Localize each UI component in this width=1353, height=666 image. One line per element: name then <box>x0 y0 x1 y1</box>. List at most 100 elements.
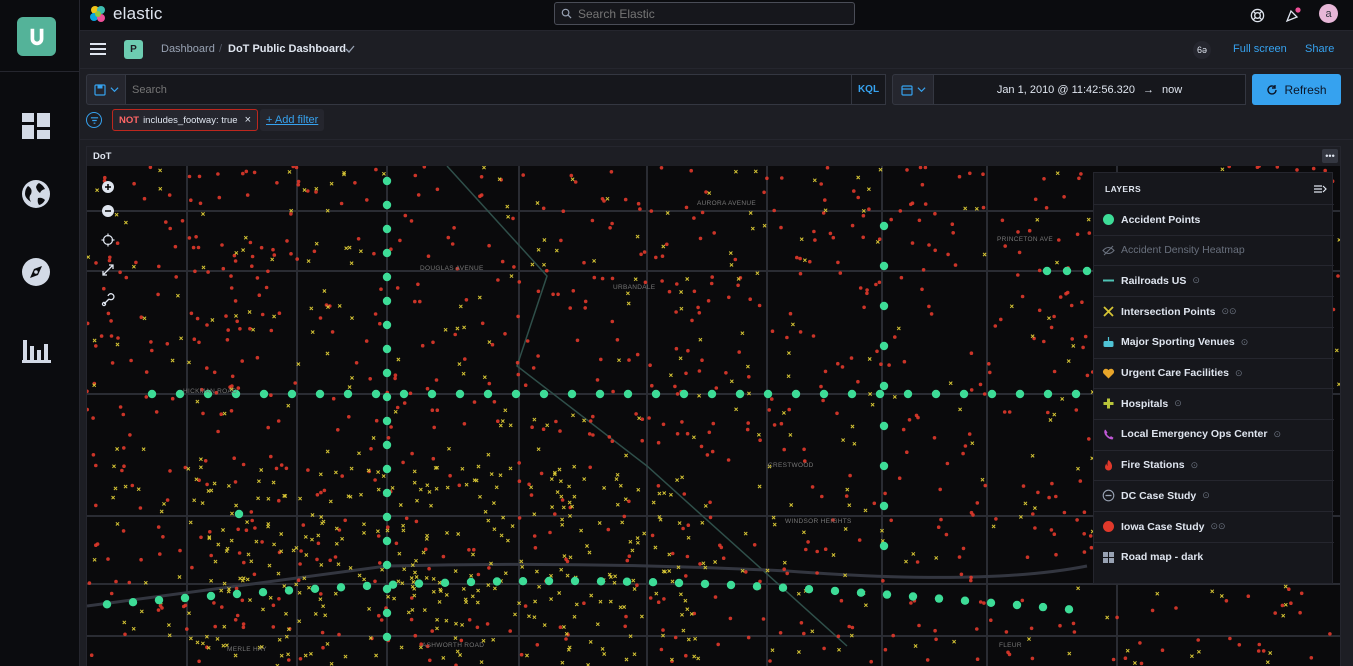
intersection-point <box>380 567 385 572</box>
iowa-case-point <box>848 473 852 478</box>
layer-row[interactable]: Urgent Care Facilities ⊙ <box>1094 357 1334 388</box>
menu-icon[interactable] <box>90 42 106 56</box>
global-search-input[interactable] <box>578 6 838 21</box>
layer-row[interactable]: Accident Density Heatmap <box>1094 234 1334 265</box>
iowa-case-point <box>233 618 238 622</box>
search-icon <box>561 8 572 19</box>
iowa-case-point <box>778 631 783 635</box>
start-date[interactable]: Jan 1, 2010 @ 11:42:56.320 <box>997 84 1135 96</box>
refresh-button[interactable]: Refresh <box>1252 74 1341 105</box>
layer-row[interactable]: Local Emergency Ops Center ⊙ <box>1094 418 1334 449</box>
close-icon[interactable]: × <box>245 114 251 126</box>
intersection-point <box>713 560 718 564</box>
news-feed-icon[interactable] <box>1283 5 1303 25</box>
help-icon[interactable] <box>1247 5 1267 25</box>
layer-row[interactable]: Major Sporting Venues ⊙ <box>1094 326 1334 357</box>
iowa-case-point <box>983 483 988 488</box>
query-search-field[interactable] <box>126 74 852 105</box>
layer-row[interactable]: Intersection Points ⊙⊙ <box>1094 296 1334 326</box>
query-input[interactable] <box>132 83 832 96</box>
intersection-point <box>1283 584 1288 589</box>
add-filter-button[interactable]: + Add filter <box>260 109 325 131</box>
intersection-point <box>529 485 534 490</box>
intersection-point <box>980 477 985 482</box>
globe-icon[interactable] <box>18 176 54 212</box>
iowa-case-point <box>1042 339 1046 344</box>
iowa-case-point <box>252 572 257 577</box>
iowa-case-point <box>969 578 973 583</box>
map-canvas[interactable]: AURORA AVENUE DOUGLAS AVENUE URBANDALE H… <box>87 166 1340 666</box>
iowa-case-point <box>685 554 690 559</box>
accident-point <box>856 588 866 597</box>
compass-icon[interactable] <box>18 254 54 290</box>
fit-to-data-button[interactable] <box>97 259 119 281</box>
filter-pill[interactable]: NOT includes_footway: true × <box>112 109 259 131</box>
dashboard-icon[interactable] <box>18 108 54 144</box>
intersection-point <box>492 586 497 591</box>
intersection-point <box>613 574 618 579</box>
iowa-case-point <box>726 458 731 462</box>
iowa-case-point <box>1328 632 1332 636</box>
layer-row[interactable]: Railroads US ⊙ <box>1094 265 1334 295</box>
global-search[interactable] <box>554 2 855 25</box>
intersection-point <box>753 169 758 174</box>
iowa-case-point <box>1069 303 1074 308</box>
share-link[interactable]: Share <box>1305 43 1334 55</box>
iowa-case-point <box>611 389 615 394</box>
end-date[interactable]: now <box>1162 84 1182 96</box>
place-label: URBANDALE <box>613 284 656 291</box>
chart-icon[interactable] <box>18 331 54 367</box>
intersection-point <box>624 453 629 458</box>
intersection-point <box>297 590 302 595</box>
space-avatar[interactable]: P <box>124 40 143 59</box>
intersection-point <box>1334 348 1339 353</box>
iowa-case-point <box>708 515 713 520</box>
layer-row[interactable]: Accident Points <box>1094 204 1334 234</box>
iowa-case-point <box>1261 649 1266 653</box>
intersection-point <box>256 496 261 501</box>
iowa-case-point <box>599 357 603 362</box>
kql-toggle[interactable]: KQL <box>852 74 886 105</box>
user-avatar[interactable]: a <box>1319 4 1338 23</box>
iowa-case-point <box>517 516 522 520</box>
layer-row[interactable]: Road map - dark <box>1094 541 1334 572</box>
layer-row[interactable]: DC Case Study ⊙ <box>1094 480 1334 510</box>
iowa-case-point <box>650 383 654 388</box>
iowa-case-point <box>1000 218 1005 223</box>
layer-row[interactable]: Iowa Case Study ⊙⊙ <box>1094 511 1334 541</box>
set-view-button[interactable] <box>97 229 119 251</box>
layer-row[interactable]: Hospitals ⊙ <box>1094 388 1334 418</box>
intersection-point <box>362 530 366 535</box>
breadcrumb-dashboard[interactable]: Dashboard <box>161 43 215 55</box>
iowa-case-point <box>404 516 409 521</box>
iowa-case-point <box>707 430 712 435</box>
zoom-in-button[interactable] <box>97 176 119 198</box>
intersection-point <box>453 569 458 574</box>
iowa-case-point <box>517 461 521 465</box>
intersection-point <box>458 304 463 309</box>
accident-point <box>903 389 913 399</box>
app-logo[interactable] <box>17 17 56 56</box>
intersection-point <box>560 660 565 665</box>
iowa-case-point <box>312 249 317 254</box>
intersection-point <box>478 494 482 499</box>
iowa-case-point <box>244 169 249 174</box>
iowa-case-point <box>1287 587 1291 591</box>
zoom-out-button[interactable] <box>97 200 119 222</box>
iowa-case-point <box>374 418 379 423</box>
filter-menu-icon[interactable] <box>86 112 102 128</box>
intersection-point <box>434 486 439 491</box>
intersection-point <box>461 371 466 376</box>
iowa-case-point <box>624 614 628 619</box>
saved-query-button[interactable] <box>86 74 126 105</box>
date-quick-select[interactable] <box>892 74 934 105</box>
full-screen-link[interactable]: Full screen <box>1233 43 1287 55</box>
iowa-case-point <box>139 557 143 562</box>
panel-options-button[interactable]: ••• <box>1322 149 1338 163</box>
elastic-brand[interactable]: elastic <box>89 4 163 24</box>
intersection-point <box>681 628 686 633</box>
iowa-case-point <box>804 547 808 552</box>
tools-button[interactable] <box>97 289 119 311</box>
layer-row[interactable]: Fire Stations ⊙ <box>1094 449 1334 480</box>
collapse-panel-icon[interactable] <box>1313 182 1327 196</box>
